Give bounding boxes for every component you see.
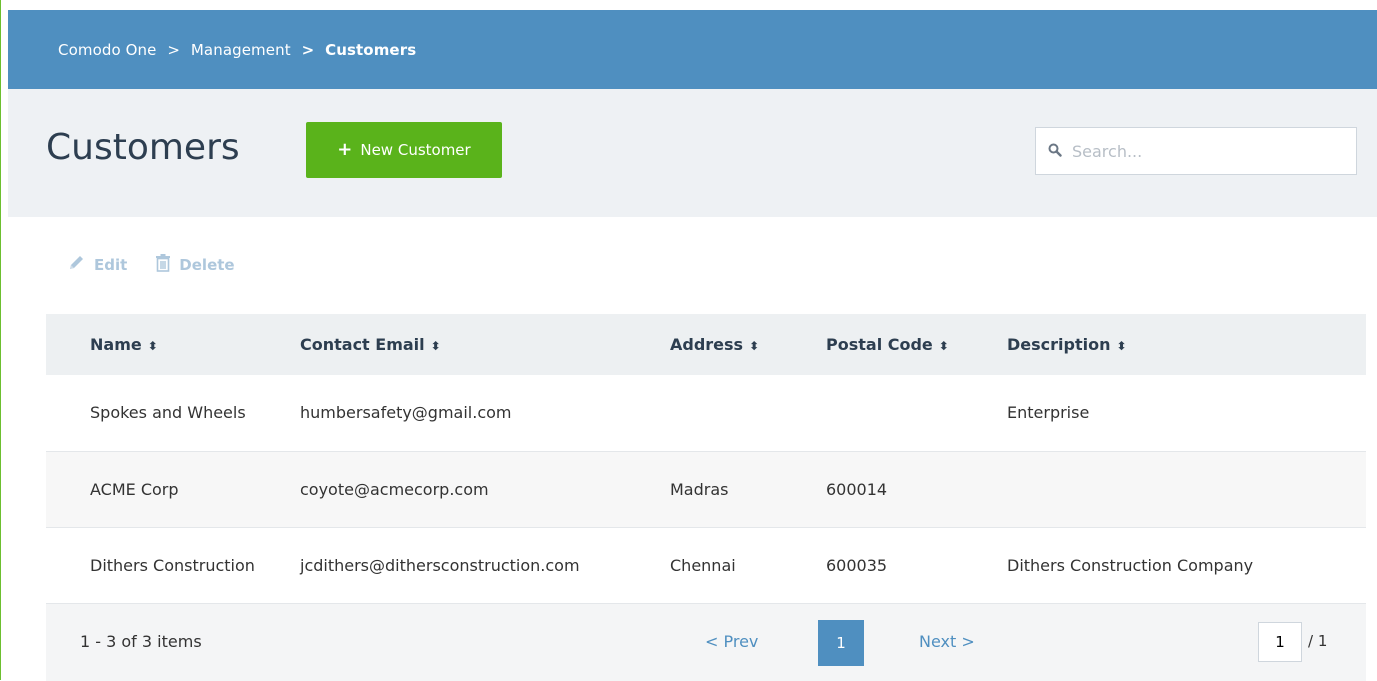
cell-email: jcdithers@dithersconstruction.com: [300, 555, 580, 575]
search-input[interactable]: [1070, 140, 1334, 162]
cell-description: [1007, 451, 1366, 527]
edit-label: Edit: [94, 256, 128, 274]
delete-button[interactable]: Delete: [155, 254, 235, 276]
customers-table: Name ⬍ Contact Email ⬍ Address ⬍ Postal Cod…: [46, 314, 1366, 604]
search-icon: [1048, 142, 1062, 161]
column-header-label: Address: [670, 335, 744, 354]
page-frame-edge: [0, 0, 8, 680]
page-title: Customers: [46, 127, 240, 168]
pagination-bar: 1 - 3 of 3 items < Prev 1 Next > / 1: [46, 603, 1366, 681]
sort-icon[interactable]: ⬍: [1116, 339, 1126, 353]
sort-icon[interactable]: ⬍: [431, 339, 441, 353]
cell-address: Madras: [670, 479, 729, 499]
breadcrumb-comodo-one[interactable]: Comodo One: [58, 41, 156, 59]
cell-postal-code: 600014: [826, 479, 888, 499]
column-header-label: Contact Email: [300, 335, 425, 354]
new-customer-button[interactable]: + New Customer: [306, 122, 502, 178]
sort-icon[interactable]: ⬍: [939, 339, 949, 353]
pencil-icon: [68, 255, 86, 275]
sort-icon[interactable]: ⬍: [749, 339, 759, 353]
table-header-row: Name ⬍ Contact Email ⬍ Address ⬍ Postal Cod…: [46, 314, 1366, 375]
page-total: / 1: [1308, 632, 1328, 650]
cell-email: humbersafety@gmail.com: [300, 403, 512, 423]
breadcrumb-separator: >: [301, 40, 315, 59]
column-header-postal-code[interactable]: Postal Code ⬍: [826, 314, 1007, 375]
breadcrumb-separator: >: [167, 40, 180, 59]
prev-page-link[interactable]: < Prev: [705, 632, 758, 651]
cell-postal-code: 600035: [826, 555, 888, 575]
edit-button[interactable]: Edit: [68, 254, 127, 276]
cell-address: [670, 375, 826, 451]
new-customer-label: New Customer: [360, 141, 471, 159]
trash-icon: [155, 254, 171, 276]
breadcrumb-customers: Customers: [325, 40, 417, 59]
column-header-label: Name: [90, 335, 142, 354]
cell-address: Chennai: [670, 555, 736, 575]
breadcrumb-management[interactable]: Management: [191, 41, 291, 59]
breadcrumb: Comodo One > Management > Customers: [8, 41, 416, 59]
cell-email: coyote@acmecorp.com: [300, 479, 489, 499]
column-header-label: Description: [1007, 335, 1111, 354]
table-row[interactable]: ACME Corp coyote@acmecorp.com Madras 600…: [46, 451, 1366, 527]
top-bar: Comodo One > Management > Customers: [8, 10, 1377, 89]
plus-icon: +: [337, 139, 353, 160]
cell-description: Enterprise: [1007, 403, 1090, 423]
page-1-button[interactable]: 1: [818, 620, 864, 666]
table-row[interactable]: Dithers Construction jcdithers@dithersco…: [46, 527, 1366, 603]
sort-icon[interactable]: ⬍: [148, 339, 158, 353]
delete-label: Delete: [179, 256, 235, 274]
page-number-input[interactable]: [1258, 622, 1302, 662]
column-header-label: Postal Code: [826, 335, 933, 354]
column-header-address[interactable]: Address ⬍: [670, 314, 826, 375]
next-page-link[interactable]: Next >: [919, 632, 975, 651]
search-box[interactable]: [1035, 127, 1357, 175]
items-count: 1 - 3 of 3 items: [80, 632, 202, 651]
cell-name: Spokes and Wheels: [90, 403, 246, 423]
cell-description: Dithers Construction Company: [1007, 555, 1254, 575]
column-header-name[interactable]: Name ⬍: [46, 314, 300, 375]
cell-name: ACME Corp: [90, 479, 179, 499]
column-header-description[interactable]: Description ⬍: [1007, 314, 1366, 375]
column-header-contact-email[interactable]: Contact Email ⬍: [300, 314, 670, 375]
table-row[interactable]: Spokes and Wheels humbersafety@gmail.com…: [46, 375, 1366, 451]
page-header: Customers + New Customer: [8, 89, 1377, 217]
cell-postal-code: [826, 375, 1007, 451]
cell-name: Dithers Construction: [90, 555, 255, 575]
row-actions: Edit Delete: [68, 254, 235, 276]
